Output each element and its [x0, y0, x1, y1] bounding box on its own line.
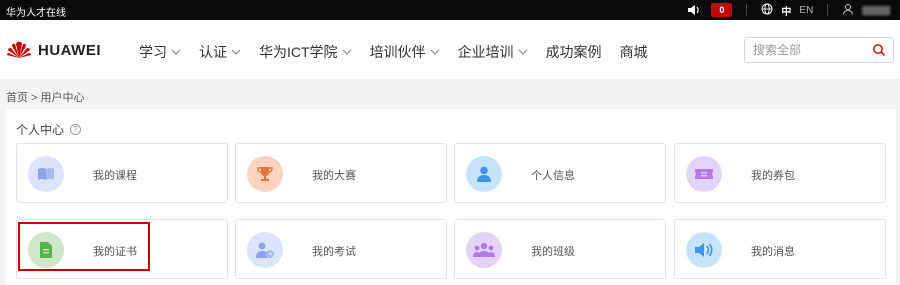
search-box [744, 37, 894, 63]
card-label: 我的大赛 [312, 170, 356, 182]
nav-item-certification[interactable]: 认证 [199, 42, 241, 62]
exam-icon [247, 232, 283, 268]
card-personal-info[interactable]: 个人信息 [454, 143, 666, 203]
card-label: 个人信息 [531, 170, 575, 182]
card-label: 我的班级 [531, 246, 575, 258]
card-my-exams[interactable]: 我的考试 [235, 219, 447, 279]
card-my-contests[interactable]: 我的大赛 [235, 143, 447, 203]
help-icon[interactable]: ? [70, 124, 82, 135]
nav-label: 成功案例 [545, 44, 602, 60]
highlight-box [18, 222, 150, 271]
card-label: 我的考试 [312, 246, 356, 258]
nav-item-success-cases[interactable]: 成功案例 [546, 42, 602, 62]
main-header: HUAWEI 学习 认证 华为ICT学院 培训伙伴 企业培训 成功案例 商城 [0, 20, 900, 80]
nav-label: 学习 [139, 44, 167, 60]
user-icon[interactable] [842, 3, 854, 18]
top-bar-right: 0 中 EN ▇▇▇▇ [687, 0, 890, 20]
divider [827, 4, 829, 16]
panel-title-text: 个人中心 [16, 123, 65, 137]
globe-icon[interactable] [761, 3, 773, 18]
book-icon [28, 156, 64, 192]
speaker-icon[interactable] [687, 3, 703, 17]
card-my-vouchers[interactable]: 我的券包 [674, 143, 886, 203]
card-my-courses[interactable]: 我的课程 [16, 143, 228, 203]
brand-name: HUAWEI [38, 41, 101, 59]
search-icon[interactable] [872, 43, 886, 57]
chevron-down-icon [430, 49, 439, 55]
group-icon [466, 232, 502, 268]
nav-label: 认证 [199, 44, 227, 60]
chevron-down-icon [171, 49, 181, 55]
user-name-blurred[interactable]: ▇▇▇▇ [862, 5, 890, 16]
breadcrumb[interactable]: 首页 > 用户中心 [6, 89, 85, 105]
trophy-icon [247, 156, 283, 192]
search-input[interactable] [745, 38, 865, 62]
nav-label: 华为ICT学院 [259, 44, 338, 60]
nav-item-training-partners[interactable]: 培训伙伴 [370, 42, 440, 62]
divider [746, 4, 748, 16]
nav-item-ict-academy[interactable]: 华为ICT学院 [259, 42, 352, 62]
card-label: 我的消息 [751, 246, 795, 258]
nav-item-store[interactable]: 商城 [620, 42, 648, 62]
card-my-classes[interactable]: 我的班级 [454, 219, 666, 279]
chevron-down-icon [518, 49, 527, 55]
site-name[interactable]: 华为人才在线 [6, 4, 66, 19]
nav-label: 商城 [619, 44, 648, 60]
lang-zh-link[interactable]: 中 [781, 3, 791, 18]
top-bar: 华为人才在线 0 中 EN ▇▇▇▇ [0, 0, 900, 20]
card-my-messages[interactable]: 我的消息 [674, 219, 886, 279]
chevron-down-icon [342, 49, 351, 55]
notification-badge[interactable]: 0 [711, 3, 733, 17]
chevron-down-icon [231, 49, 241, 55]
ticket-icon [686, 156, 722, 192]
person-icon [466, 156, 502, 192]
card-label: 我的券包 [751, 170, 795, 182]
nav-label: 企业培训 [457, 44, 514, 60]
card-label: 我的课程 [93, 170, 137, 182]
speaker-icon [686, 232, 722, 268]
panel-title: 个人中心 ? [16, 121, 82, 138]
nav-item-enterprise-training[interactable]: 企业培训 [458, 42, 528, 62]
huawei-logo[interactable]: HUAWEI [6, 41, 101, 59]
main-nav: 学习 认证 华为ICT学院 培训伙伴 企业培训 成功案例 商城 [139, 42, 666, 62]
lang-en-link[interactable]: EN [799, 5, 813, 16]
nav-item-study[interactable]: 学习 [139, 42, 181, 62]
huawei-flower-icon [7, 41, 31, 58]
nav-label: 培训伙伴 [369, 44, 426, 60]
